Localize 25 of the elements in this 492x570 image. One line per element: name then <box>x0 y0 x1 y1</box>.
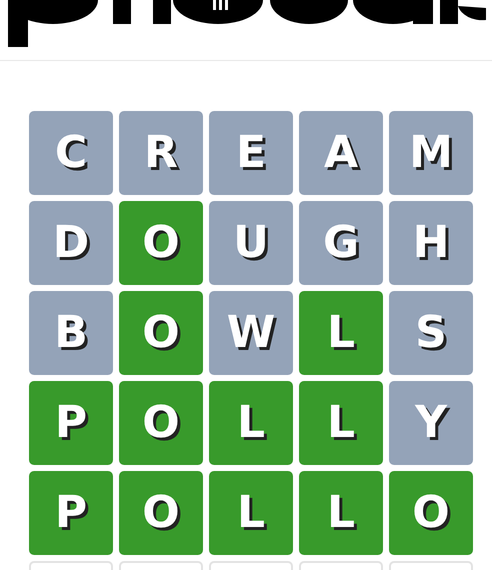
letter-tile: O <box>119 201 203 285</box>
letter-tile: P <box>29 471 113 555</box>
letter-tile: R <box>119 111 203 195</box>
letter-tile: M <box>389 111 473 195</box>
letter-tile: Y <box>389 381 473 465</box>
letter-tile: U <box>209 201 293 285</box>
letter-tile: G <box>299 201 383 285</box>
letter-tile: L <box>299 291 383 375</box>
letter-tile: L <box>299 381 383 465</box>
letter-tile: B <box>29 291 113 375</box>
letter-tile: P <box>29 381 113 465</box>
letter-tile: E <box>209 111 293 195</box>
letter-tile: O <box>119 471 203 555</box>
letter-tile: L <box>209 381 293 465</box>
letter-tile: H <box>389 201 473 285</box>
letter-tile: L <box>299 471 383 555</box>
letter-tile: L <box>209 471 293 555</box>
letter-tile: O <box>119 291 203 375</box>
letter-tile: C <box>29 111 113 195</box>
letter-tile: O <box>389 471 473 555</box>
letter-tile: D <box>29 201 113 285</box>
letter-tile: O <box>119 381 203 465</box>
letter-tile: S <box>389 291 473 375</box>
letter-tile: A <box>299 111 383 195</box>
letter-tile: W <box>209 291 293 375</box>
